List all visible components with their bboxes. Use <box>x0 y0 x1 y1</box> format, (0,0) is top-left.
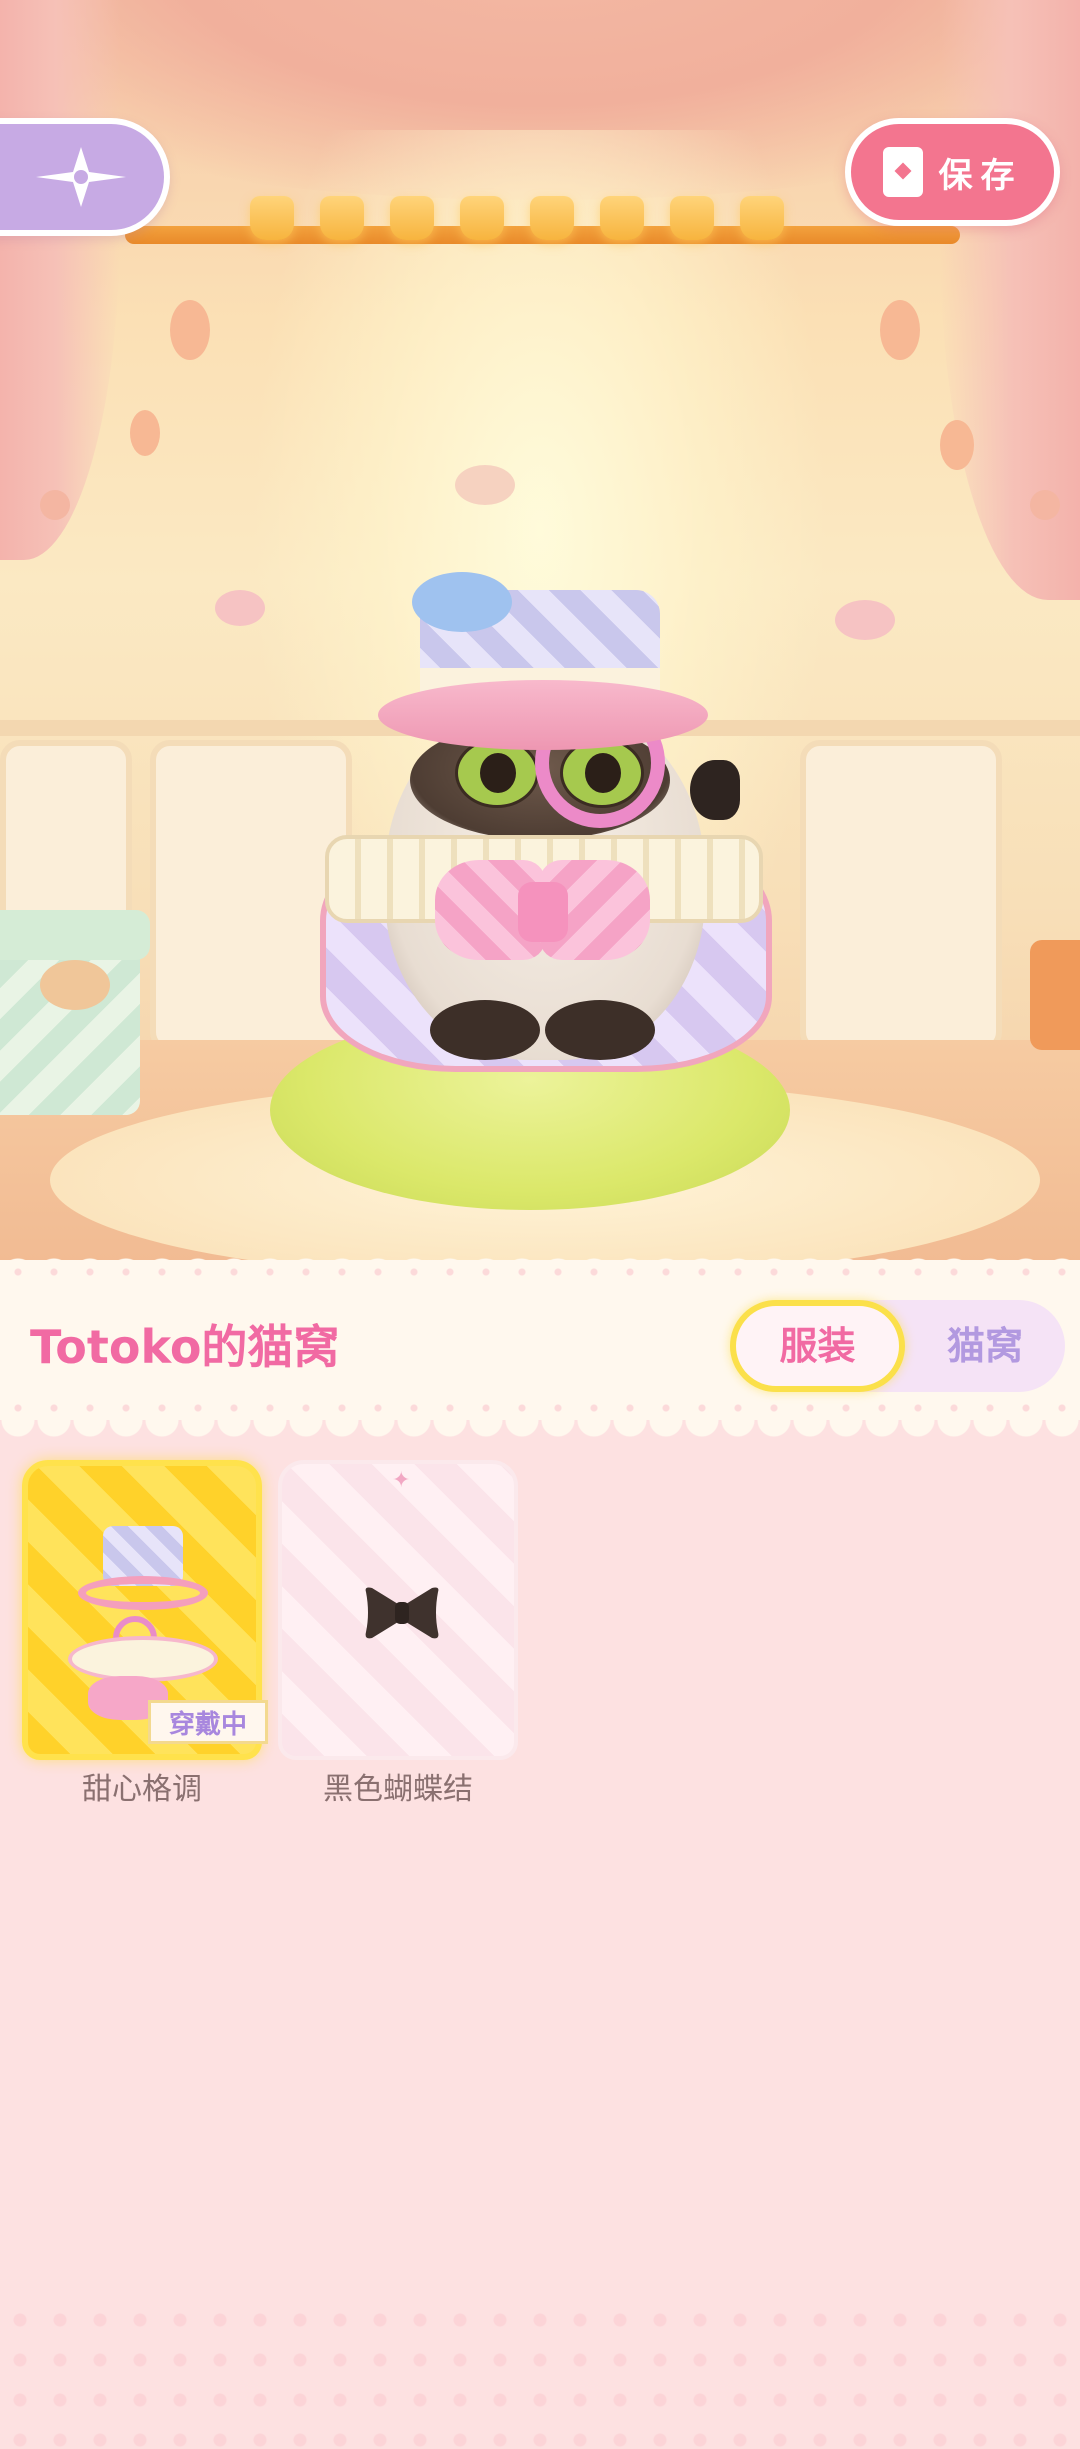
cat-paw <box>545 1000 655 1060</box>
cat-paw <box>430 1000 540 1060</box>
back-button[interactable] <box>0 118 170 236</box>
wallpaper-dot <box>130 410 160 456</box>
item-label: 黑色蝴蝶结 <box>323 1772 473 1807</box>
save-button-label: 保存 <box>938 155 1023 196</box>
wallpaper-dot <box>40 490 70 520</box>
ceiling-lamp <box>530 196 574 240</box>
curtain-left <box>0 0 120 560</box>
bottom-pattern <box>0 2300 1080 2449</box>
sparkle-icon: ✦ <box>392 1468 411 1493</box>
ceiling-lamp <box>600 196 644 240</box>
wall-panel <box>800 740 1002 1052</box>
ceiling-lamp <box>460 196 504 240</box>
save-button[interactable]: 保存 <box>845 118 1060 226</box>
ceiling-lamp <box>670 196 714 240</box>
compass-star-icon <box>36 147 126 207</box>
dot-border <box>0 1404 1080 1412</box>
ceiling-lamp <box>390 196 434 240</box>
dot-border <box>0 1268 1080 1276</box>
gift-box-lid <box>0 910 150 960</box>
tab-cat-nest[interactable]: 猫窝 <box>905 1300 1065 1392</box>
page-title: Totoko的猫窝 <box>30 1320 340 1374</box>
ceiling-lamp <box>740 196 784 240</box>
cat-ear <box>690 760 740 820</box>
wallpaper-dot <box>880 300 920 360</box>
document-icon <box>882 147 923 197</box>
wallpaper-dot <box>170 300 210 360</box>
black-bow-icon <box>365 1587 439 1639</box>
hat-brim <box>378 680 708 750</box>
item-card-black-bow[interactable]: ✦ <box>278 1460 518 1760</box>
hat-flower <box>412 572 512 632</box>
stool <box>1030 940 1080 1050</box>
wallpaper-cloud <box>835 600 895 640</box>
wallpaper-dot <box>940 420 974 470</box>
category-tabs: 服装 猫窝 <box>730 1300 1065 1392</box>
pink-bow-knot <box>518 882 568 942</box>
item-label: 甜心格调 <box>82 1772 202 1807</box>
ceiling-lamp <box>250 196 294 240</box>
tab-outfit[interactable]: 服装 <box>730 1300 905 1392</box>
outfit-thumbnail <box>58 1526 228 1726</box>
wallpaper-cloud <box>215 590 265 626</box>
ceiling-lamp <box>320 196 364 240</box>
gift-bow <box>40 960 110 1010</box>
wallpaper-dot <box>1030 490 1060 520</box>
wallpaper-cloud <box>455 465 515 505</box>
wearing-badge: 穿戴中 <box>148 1700 268 1744</box>
